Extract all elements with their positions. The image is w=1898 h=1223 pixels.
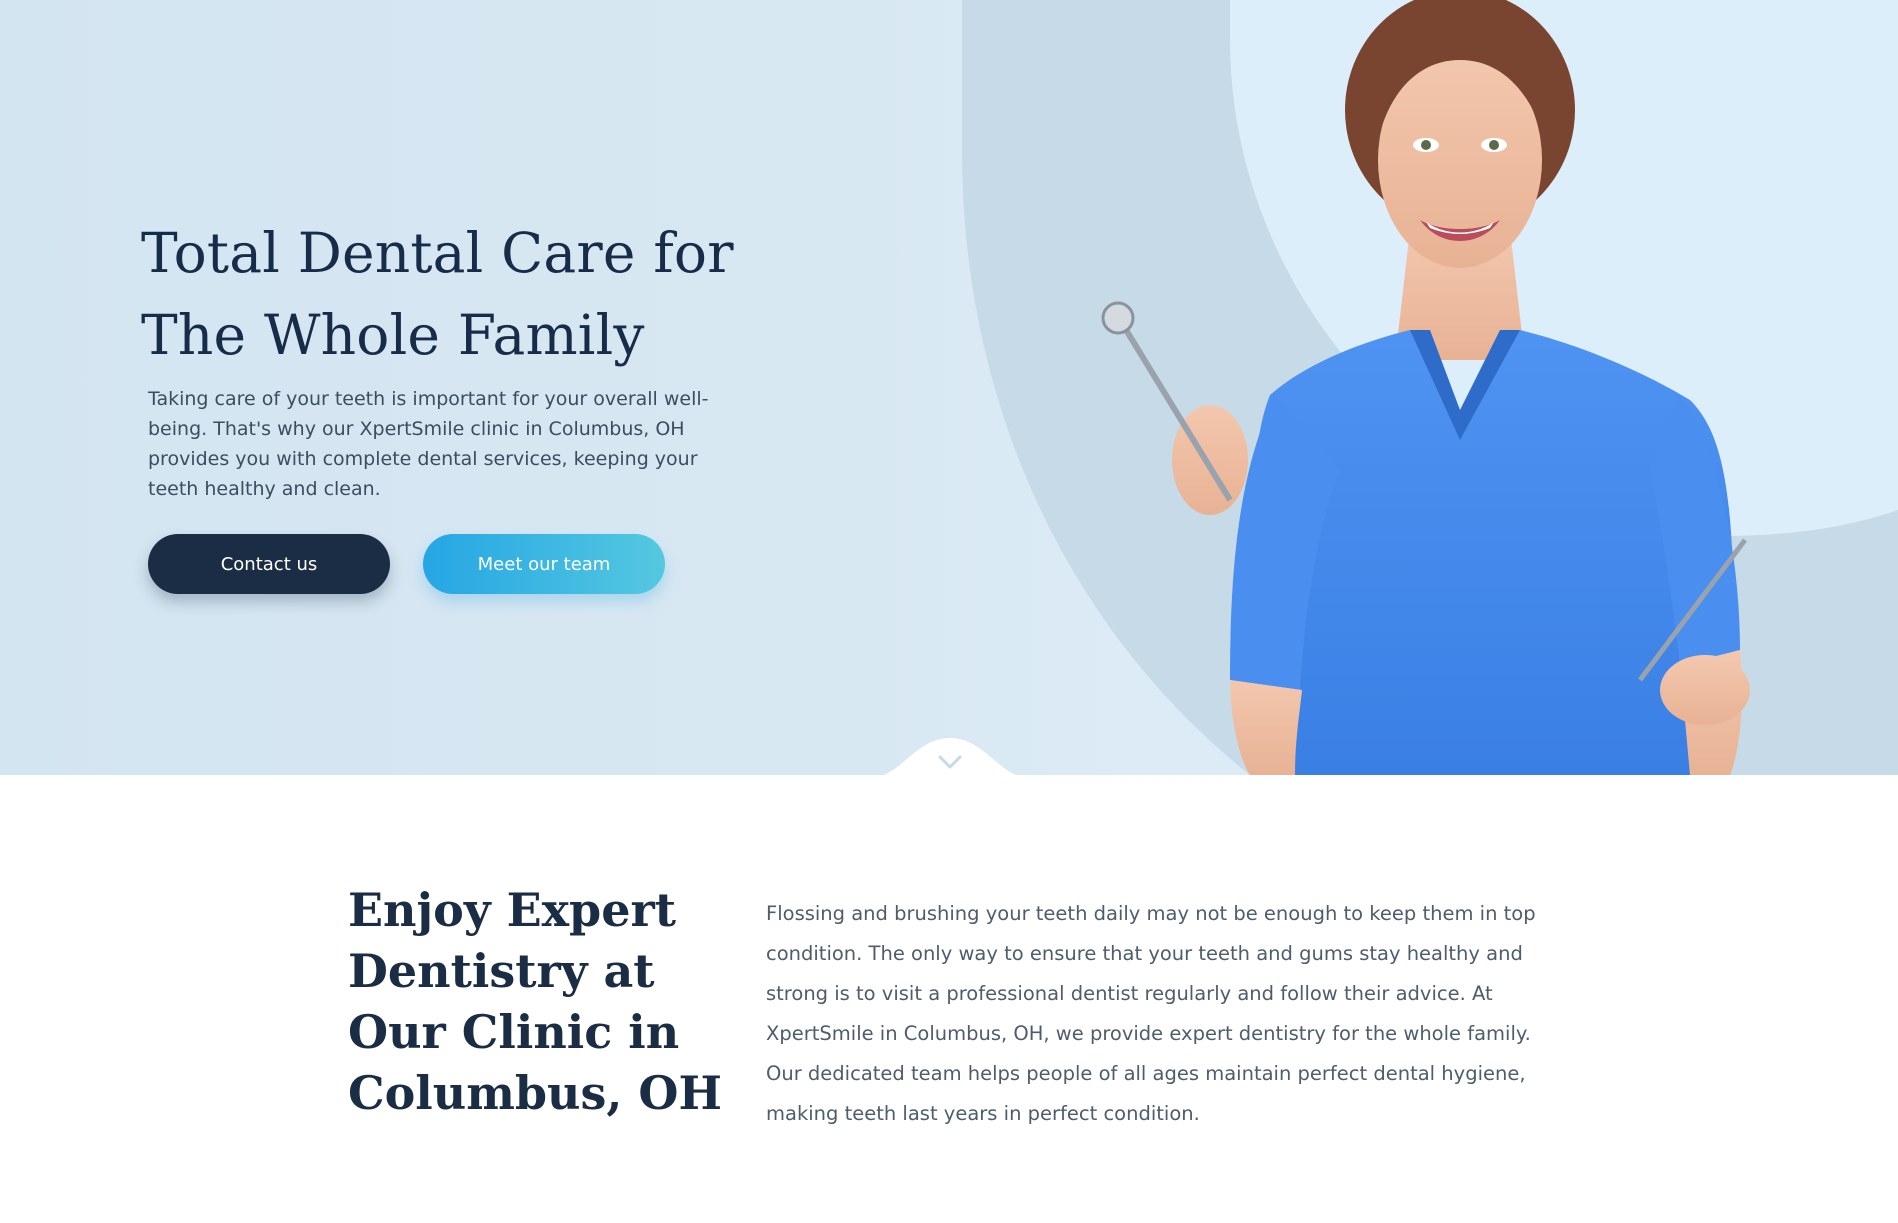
contact-us-button[interactable]: Contact us: [148, 534, 390, 594]
hero-title: Total Dental Care for The Whole Family: [141, 221, 734, 367]
hero-description: Taking care of your teeth is important f…: [148, 388, 709, 500]
meet-our-team-button[interactable]: Meet our team: [423, 534, 665, 594]
hero-section: Total Dental Care for The Whole Family T…: [0, 0, 1898, 775]
dentist-photo: [1101, 0, 1750, 775]
intro-text: Flossing and brushing your teeth daily m…: [766, 902, 1536, 1125]
chevron-down-icon[interactable]: [935, 752, 965, 772]
page: Total Dental Care for The Whole Family T…: [0, 0, 1898, 1223]
intro-title: Enjoy Expert Dentistry at Our Clinic in …: [348, 883, 722, 1120]
